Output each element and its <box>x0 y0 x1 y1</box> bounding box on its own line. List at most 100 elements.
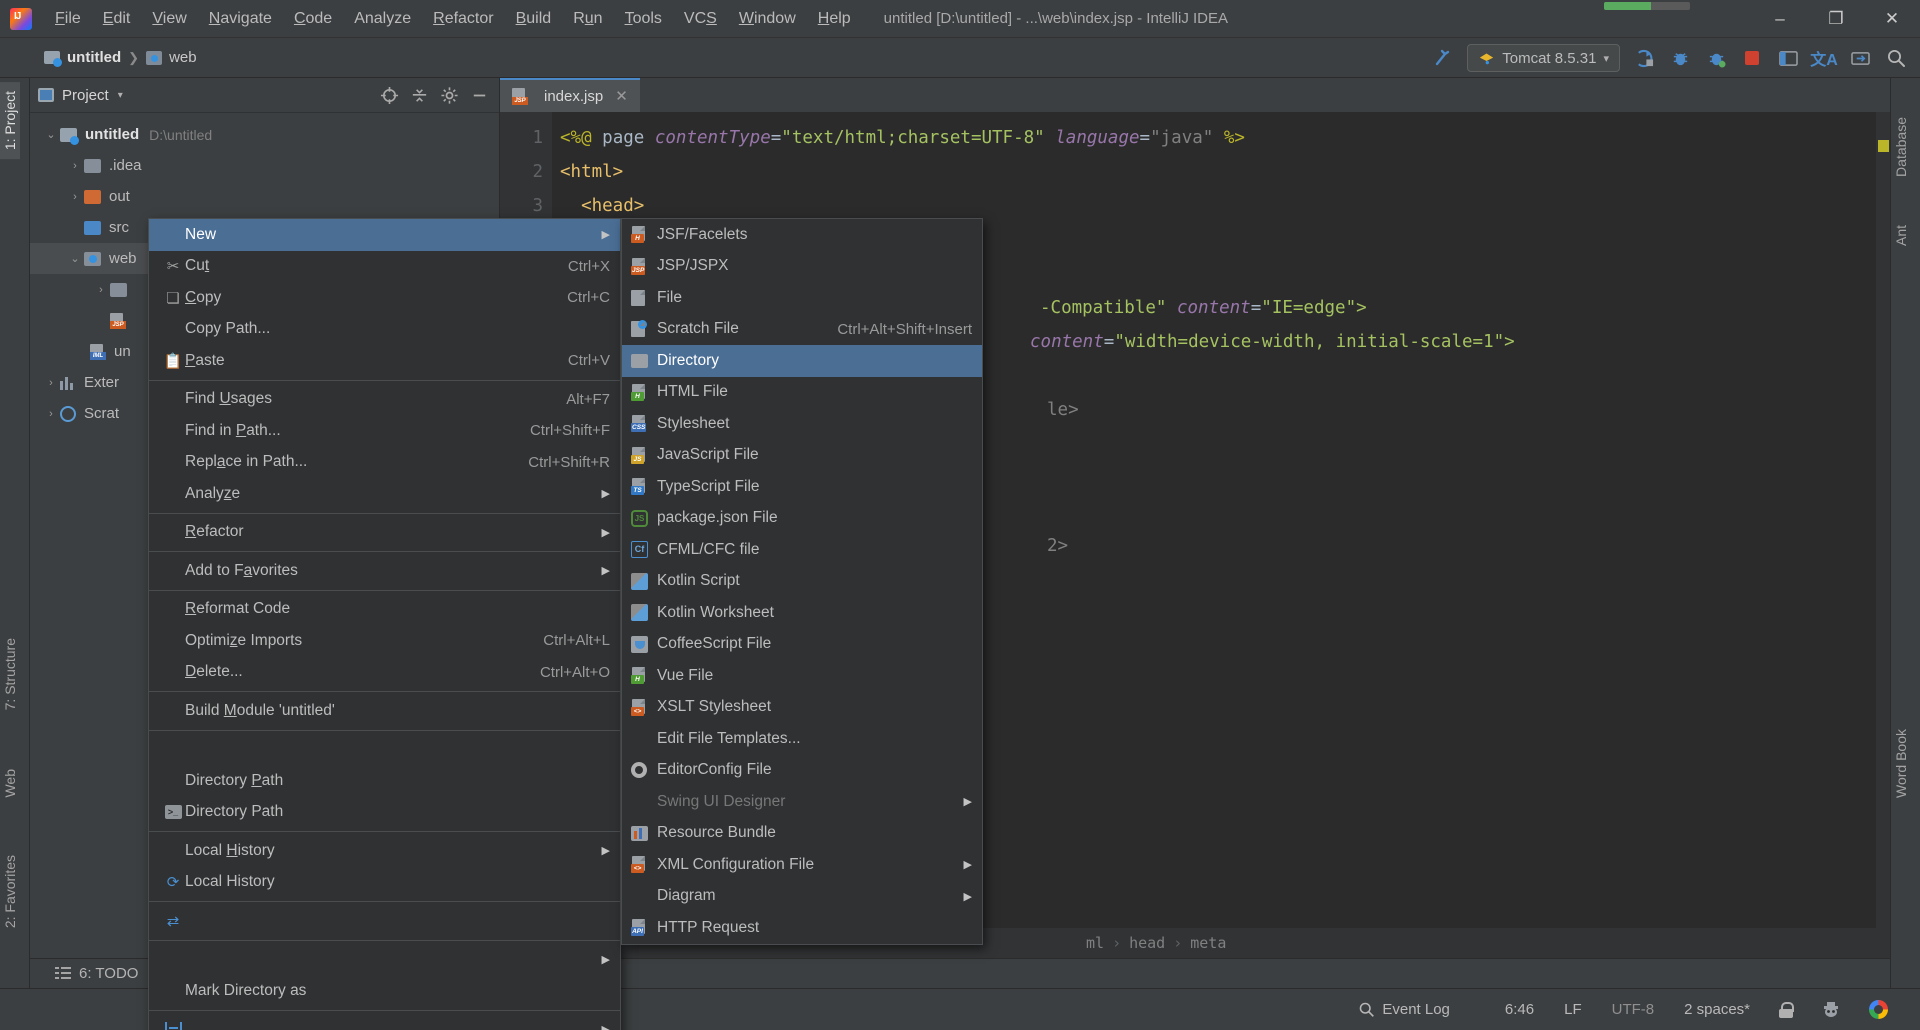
context-menu-item-replace-in-path[interactable]: Replace in Path... Ctrl+Shift+R <box>149 447 620 479</box>
minimize-button[interactable]: – <box>1752 0 1808 38</box>
translate-icon[interactable]: 文A <box>1807 41 1841 75</box>
tree-node-untitled[interactable]: ⌄ untitled D:\untitled <box>30 119 499 150</box>
event-log-button[interactable]: Event Log <box>1358 1001 1450 1018</box>
submenu-item-vue-file[interactable]: H Vue File <box>622 660 982 692</box>
google-icon[interactable] <box>1869 1000 1888 1019</box>
chevron-right-icon[interactable]: › <box>66 191 84 203</box>
tree-node-out[interactable]: › out <box>30 181 499 212</box>
context-menu-item-diagrams[interactable]: ▶ <box>149 1014 620 1030</box>
submenu-item-edit-file-templates[interactable]: Edit File Templates... <box>622 723 982 755</box>
context-menu-item-directory-path[interactable]: Directory Path <box>149 765 620 797</box>
context-menu-item-find-in-path[interactable]: Find in Path... Ctrl+Shift+F <box>149 415 620 447</box>
error-stripe-marker-panel[interactable] <box>1876 112 1890 958</box>
submenu-item-html-file[interactable]: H HTML File <box>622 377 982 409</box>
context-menu-item-local-history[interactable]: Local History ▶ <box>149 835 620 867</box>
search-icon[interactable] <box>1879 41 1913 75</box>
submenu-item-xslt-stylesheet[interactable]: <> XSLT Stylesheet <box>622 692 982 724</box>
line-separator[interactable]: LF <box>1564 1001 1582 1018</box>
submenu-item-xml-configuration-file[interactable]: <> XML Configuration File ▶ <box>622 849 982 881</box>
chevron-right-icon[interactable]: › <box>42 408 60 420</box>
close-icon[interactable]: ✕ <box>615 87 628 105</box>
menu-window[interactable]: Window <box>728 6 807 32</box>
menu-run[interactable]: Run <box>562 6 613 32</box>
gear-icon[interactable] <box>437 83 461 107</box>
menu-edit[interactable]: Edit <box>92 6 142 32</box>
coverage-icon[interactable] <box>1699 41 1733 75</box>
context-menu-item-copy[interactable]: ❏ Copy Ctrl+C <box>149 282 620 314</box>
sidebar-item-ant[interactable]: Ant <box>1891 216 1911 255</box>
indent-setting[interactable]: 2 spaces* <box>1684 1001 1750 1018</box>
submenu-item-jsf-facelets[interactable]: H JSF/Facelets <box>622 219 982 251</box>
chevron-right-icon[interactable]: › <box>92 284 110 296</box>
file-encoding[interactable]: UTF-8 <box>1612 1001 1655 1018</box>
context-menu-item-copy-path[interactable]: Copy Path... <box>149 314 620 346</box>
chevron-right-icon[interactable]: › <box>66 160 84 172</box>
tree-node-idea[interactable]: › .idea <box>30 150 499 181</box>
chevron-down-icon[interactable]: ⌄ <box>66 252 84 265</box>
chevron-right-icon[interactable]: › <box>42 377 60 389</box>
submenu-item-http-request[interactable]: API HTTP Request <box>622 912 982 944</box>
submenu-item-stylesheet[interactable]: CSS Stylesheet <box>622 408 982 440</box>
menu-navigate[interactable]: Navigate <box>198 6 283 32</box>
chevron-down-icon[interactable]: ⌄ <box>42 128 60 141</box>
context-menu-item-reformat-code[interactable]: Reformat Code <box>149 594 620 626</box>
submenu-item-directory[interactable]: Directory <box>622 345 982 377</box>
submenu-item-editorconfig-file[interactable]: EditorConfig File <box>622 755 982 787</box>
breadcrumb-head[interactable]: head <box>1129 934 1165 952</box>
menu-vcs[interactable]: VCS <box>673 6 728 32</box>
context-menu-item-cut[interactable]: ✂ Cut Ctrl+X <box>149 251 620 283</box>
context-menu-item-paste[interactable]: 📋 Paste Ctrl+V <box>149 345 620 377</box>
unlocked-icon[interactable] <box>1779 1001 1794 1018</box>
sidebar-item-database[interactable]: Database <box>1891 108 1911 186</box>
context-menu-item-new[interactable]: New ▶ <box>149 219 620 251</box>
sidebar-item-structure[interactable]: 7: Structure <box>0 629 20 719</box>
context-menu-item-add-to-favorites[interactable]: Add to Favorites ▶ <box>149 555 620 587</box>
context-menu-item-compare-with[interactable]: ⇄ <box>149 905 620 937</box>
context-menu-item-show-in-explorer[interactable] <box>149 734 620 766</box>
build-icon[interactable] <box>1426 41 1460 75</box>
menu-help[interactable]: Help <box>807 6 862 32</box>
minimize-icon[interactable] <box>467 83 491 107</box>
context-menu-item-delete[interactable]: Delete... Ctrl+Alt+O <box>149 657 620 689</box>
submenu-item-javascript-file[interactable]: JS JavaScript File <box>622 440 982 472</box>
context-menu-item-find-usages[interactable]: Find Usages Alt+F7 <box>149 384 620 416</box>
context-menu-item-open-in-terminal[interactable]: >_ Directory Path <box>149 797 620 829</box>
submenu-item-jsp-jspx[interactable]: JSP JSP/JSPX <box>622 251 982 283</box>
breadcrumb-meta[interactable]: meta <box>1190 934 1226 952</box>
maximize-button[interactable]: ❐ <box>1808 0 1864 38</box>
submenu-item-cfml-cfc-file[interactable]: Cf CFML/CFC file <box>622 534 982 566</box>
submenu-item-coffeescript-file[interactable]: CoffeeScript File <box>622 629 982 661</box>
sidebar-item-web[interactable]: Web <box>0 760 20 807</box>
context-menu-item-reload-from-disk[interactable]: ⟳ Local History <box>149 867 620 899</box>
submenu-item-typescript-file[interactable]: TS TypeScript File <box>622 471 982 503</box>
debug-icon[interactable] <box>1663 41 1697 75</box>
menu-analyze[interactable]: Analyze <box>343 6 422 32</box>
run-configuration-selector[interactable]: Tomcat 8.5.31 ▾ <box>1467 44 1620 72</box>
submenu-item-file[interactable]: File <box>622 282 982 314</box>
submenu-item-kotlin-script[interactable]: Kotlin Script <box>622 566 982 598</box>
menu-tools[interactable]: Tools <box>614 6 673 32</box>
submenu-item-kotlin-worksheet[interactable]: Kotlin Worksheet <box>622 597 982 629</box>
context-menu-item-optimize-imports[interactable]: Optimize Imports Ctrl+Alt+L <box>149 625 620 657</box>
breadcrumb-html[interactable]: ml <box>1086 934 1104 952</box>
sidebar-item-favorites[interactable]: 2: Favorites <box>0 846 20 937</box>
crosshair-icon[interactable] <box>377 83 401 107</box>
collapse-all-icon[interactable] <box>407 83 431 107</box>
context-menu-item-refactor[interactable]: Refactor ▶ <box>149 517 620 549</box>
breadcrumb-module[interactable]: web <box>169 49 197 66</box>
sidebar-item-project[interactable]: 1: Project <box>0 82 20 160</box>
run-icon[interactable] <box>1627 41 1661 75</box>
submenu-item-package-json-file[interactable]: JS package.json File <box>622 503 982 535</box>
menu-file[interactable]: File <box>44 6 92 32</box>
context-menu-item-remove-bom[interactable]: Mark Directory as <box>149 975 620 1007</box>
breadcrumb-project[interactable]: untitled <box>67 49 121 66</box>
context-menu-item-analyze[interactable]: Analyze ▶ <box>149 478 620 510</box>
stop-icon[interactable] <box>1735 41 1769 75</box>
submenu-item-scratch-file[interactable]: Scratch File Ctrl+Alt+Shift+Insert <box>622 314 982 346</box>
layout-icon[interactable] <box>1771 41 1805 75</box>
context-menu-item-mark-directory-as[interactable]: ▶ <box>149 944 620 976</box>
sidebar-item-word-book[interactable]: Word Book <box>1891 720 1911 807</box>
warning-marker[interactable] <box>1878 140 1889 152</box>
submenu-item-diagram[interactable]: Diagram ▶ <box>622 881 982 913</box>
tab-index-jsp[interactable]: JSP index.jsp ✕ <box>500 78 640 112</box>
